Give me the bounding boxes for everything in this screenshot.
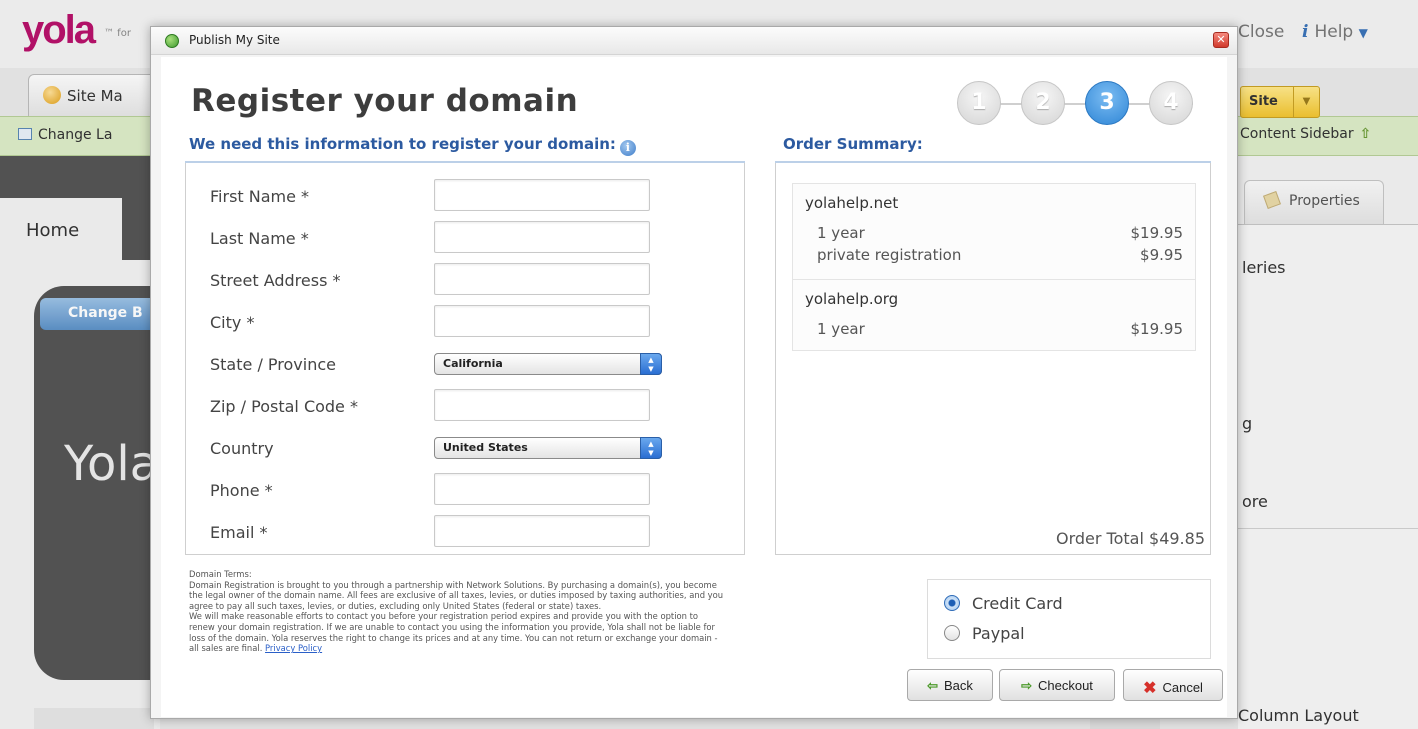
registration-form: First Name * Last Name * Street Address … [185,163,745,555]
form-row-last-name: Last Name * [210,221,730,255]
country-select[interactable]: United States ▲ ▼ [434,437,662,459]
terms-line: agree to pay all such taxes, levies, or … [189,600,602,611]
form-row-email: Email * [210,515,730,549]
step-4: 4 [1149,81,1193,125]
form-row-zip: Zip / Postal Code * [210,389,730,423]
publish-dialog: Publish My Site ✕ Register your domain 1… [150,26,1238,719]
terms-final-text: all sales are final. [189,643,263,654]
dialog-title: Publish My Site [189,33,280,47]
form-row-country: Country United States ▲ ▼ [210,431,730,465]
checkout-button[interactable]: ⇨ Checkout [999,669,1115,701]
payment-option-paypal[interactable]: Paypal [944,624,1025,646]
page-title: Register your domain [191,83,579,119]
terms-line: loss of the domain. Yola reserves the ri… [189,632,718,643]
state-select[interactable]: California ▲ ▼ [434,353,662,375]
form-row-street: Street Address * [210,263,730,297]
form-row-phone: Phone * [210,473,730,507]
order-domain-name: yolahelp.org [805,290,899,308]
payment-option-credit-card[interactable]: Credit Card [944,594,1063,616]
order-line-price: $9.95 [1140,246,1183,264]
arrow-left-icon: ⇦ [927,678,938,693]
terms-line: the legal owner of the domain name. All … [189,590,724,601]
country-label: Country [210,439,274,458]
step-1: 1 [957,81,1001,125]
payment-method: Credit Card Paypal [927,579,1211,659]
step-3-active: 3 [1085,81,1129,125]
order-line-price: $19.95 [1130,320,1184,338]
form-heading-text: We need this information to register you… [189,135,616,153]
paypal-label: Paypal [972,624,1025,643]
cancel-button[interactable]: ✖ Cancel [1123,669,1223,701]
terms-line: Domain Registration is brought to you th… [189,579,717,590]
terms-line: Domain Terms: [189,569,252,579]
order-line: 1 year $19.95 [817,320,1183,338]
select-arrows-icon: ▲ ▼ [640,437,662,459]
email-label: Email * [210,523,268,542]
globe-icon [165,34,179,48]
city-label: City * [210,313,255,332]
email-field[interactable] [434,515,650,547]
close-icon[interactable]: ✕ [1213,32,1229,48]
summary-heading: Order Summary: [783,135,923,153]
order-items: yolahelp.net 1 year $19.95 private regist… [792,183,1196,351]
country-select-value: United States [443,441,528,454]
first-name-label: First Name * [210,187,310,206]
zip-label: Zip / Postal Code * [210,397,358,416]
last-name-label: Last Name * [210,229,309,248]
first-name-field[interactable] [434,179,650,211]
cancel-label: Cancel [1162,680,1203,695]
order-line-desc: private registration [817,246,962,264]
back-button[interactable]: ⇦ Back [907,669,993,701]
order-line-price: $19.95 [1130,224,1184,242]
order-line-desc: 1 year [817,224,865,242]
arrow-right-icon: ⇨ [1021,678,1032,693]
select-arrows-icon: ▲ ▼ [640,353,662,375]
phone-label: Phone * [210,481,273,500]
terms-last-line: all sales are final. Privacy Policy [189,643,889,654]
form-row-state: State / Province California ▲ ▼ [210,347,730,381]
step-indicator: 1 2 3 4 [957,81,1217,127]
order-summary: yolahelp.net 1 year $19.95 private regist… [775,163,1211,555]
terms-line: We will make reasonable efforts to conta… [189,611,699,622]
form-row-city: City * [210,305,730,339]
phone-field[interactable] [434,473,650,505]
state-label: State / Province [210,355,336,374]
info-icon[interactable]: i [619,140,636,156]
order-line: private registration $9.95 [817,246,1183,264]
radio-checked-icon[interactable] [944,595,960,611]
order-item: yolahelp.net 1 year $19.95 private regist… [793,184,1195,280]
radio-unchecked-icon[interactable] [944,625,960,641]
state-select-value: California [443,357,503,370]
credit-card-label: Credit Card [972,594,1063,613]
dialog-body: Register your domain 1 2 3 4 We need thi… [161,57,1227,717]
form-row-first-name: First Name * [210,179,730,213]
order-line-desc: 1 year [817,320,865,338]
order-item: yolahelp.org 1 year $19.95 [793,280,1195,350]
step-2: 2 [1021,81,1065,125]
last-name-field[interactable] [434,221,650,253]
street-address-field[interactable] [434,263,650,295]
order-line: 1 year $19.95 [817,224,1183,242]
terms-line: renew your domain registration. If we ar… [189,621,715,632]
privacy-policy-link[interactable]: Privacy Policy [265,643,322,653]
domain-terms: Domain Terms: Domain Registration is bro… [189,569,889,654]
checkout-label: Checkout [1037,678,1093,693]
street-address-label: Street Address * [210,271,341,290]
order-total: Order Total $49.85 [1056,529,1205,548]
order-domain-name: yolahelp.net [805,194,899,212]
dialog-titlebar[interactable]: Publish My Site ✕ [151,27,1237,55]
back-label: Back [944,678,973,693]
form-heading: We need this information to register you… [189,135,636,156]
zip-field[interactable] [434,389,650,421]
city-field[interactable] [434,305,650,337]
x-icon: ✖ [1143,680,1157,697]
